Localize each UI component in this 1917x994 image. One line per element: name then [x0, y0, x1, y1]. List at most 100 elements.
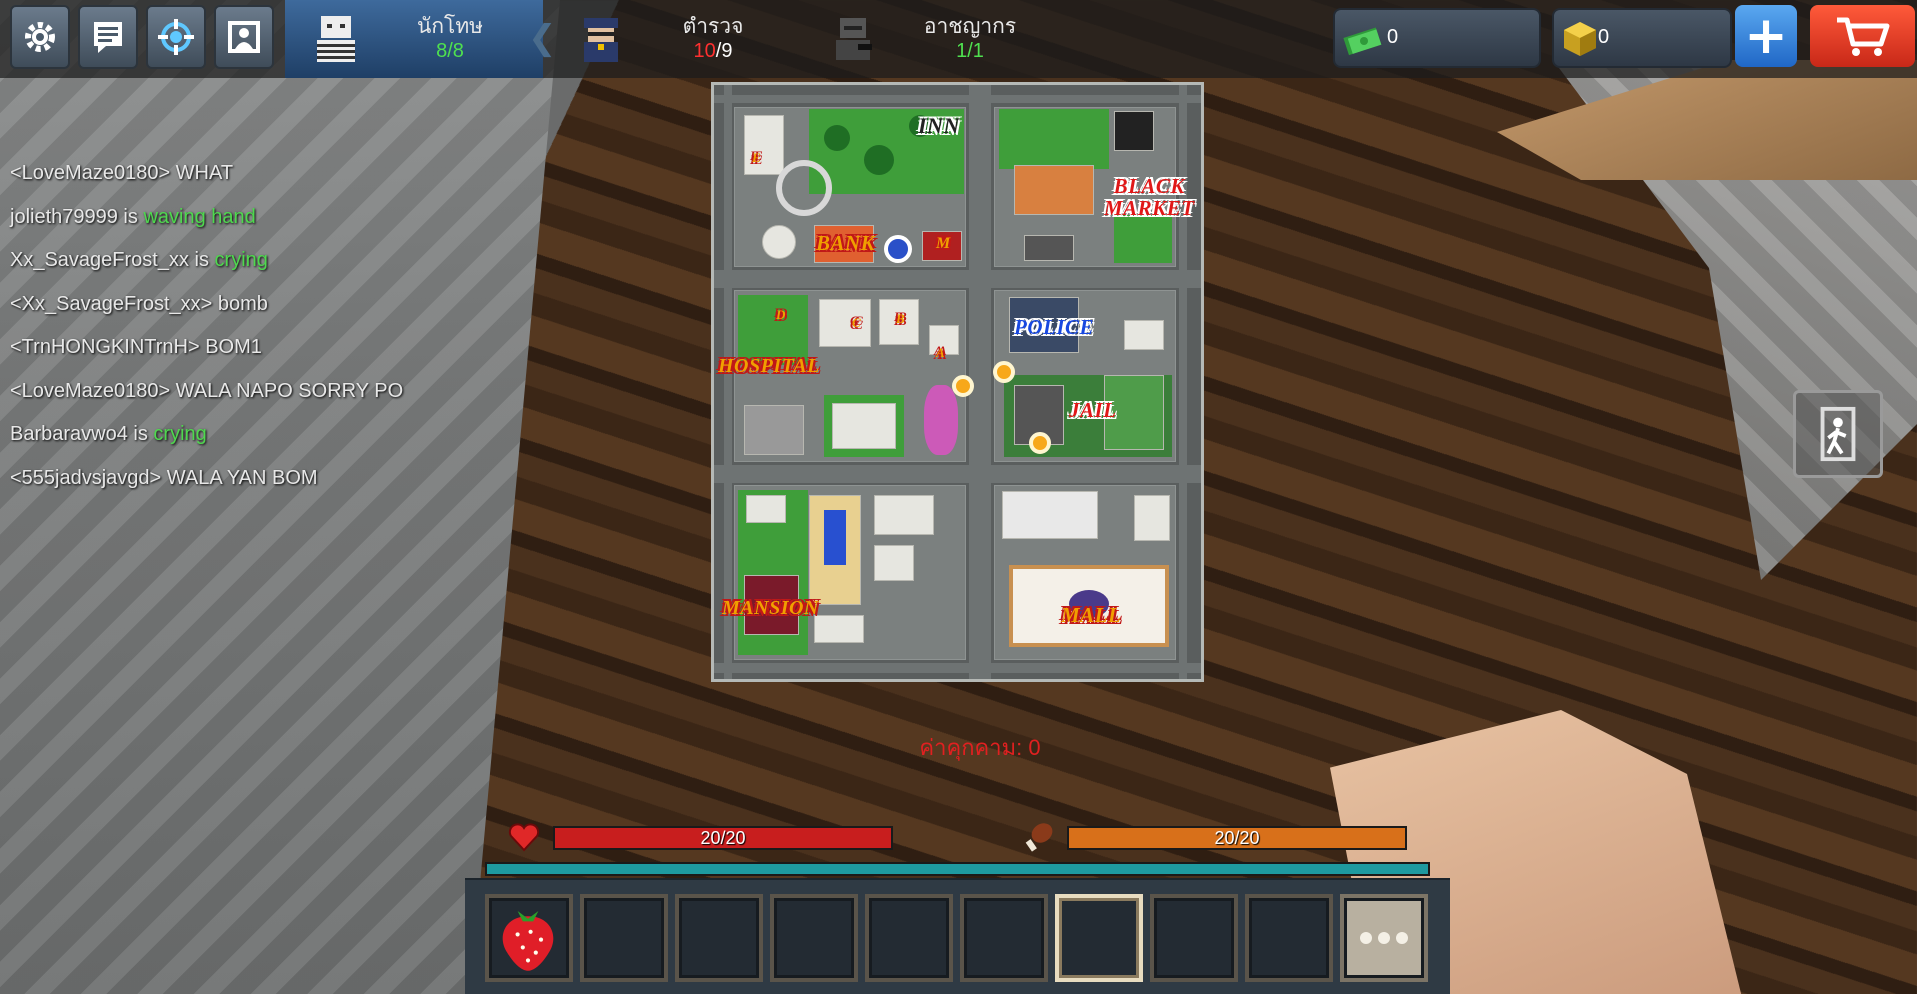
fountain: [884, 235, 912, 263]
exit-door-icon: [1820, 406, 1856, 462]
pool: [824, 510, 846, 565]
police-icon: [584, 18, 618, 62]
chat-log: <LoveMaze0180> WHAT jolieth79999 is wavi…: [10, 152, 403, 500]
cart-icon: [1836, 17, 1889, 56]
team-prisoner[interactable]: นักโทษ 8/8: [285, 0, 543, 78]
hotbar-slot-6[interactable]: [960, 894, 1048, 982]
map-label-m: M: [936, 235, 951, 252]
gold-balance: 0: [1552, 8, 1732, 68]
building: [874, 495, 934, 535]
strawberry-icon: [502, 911, 554, 971]
map-label-black-market: BLACK MARKET: [1104, 174, 1195, 220]
map-label-hospital: HOSPITAL: [718, 355, 820, 377]
shop-button[interactable]: [1810, 5, 1915, 67]
team-criminal[interactable]: อาชญากร 1/1: [820, 0, 1060, 78]
gear-icon: [25, 22, 55, 52]
road: [714, 465, 1201, 483]
more-dots-icon: [1378, 932, 1390, 944]
chat-line: <TrnHONGKINTrnH> BOM1: [10, 336, 262, 358]
chat-line: <LoveMaze0180> WALA NAPO SORRY PO: [10, 379, 404, 402]
criminal-icon: [836, 18, 872, 60]
tree: [824, 125, 850, 151]
settings-button[interactable]: [10, 5, 70, 69]
hunger-bar: 20/20: [1067, 826, 1407, 850]
map-label-mall: MALL: [1061, 603, 1122, 627]
exit-button[interactable]: [1793, 390, 1883, 478]
chat-line: Barbaravwo4 is crying: [10, 423, 207, 445]
meat-icon: [1025, 823, 1053, 852]
chat-line: Xx_SavageFrost_xx is crying: [10, 249, 268, 271]
building: [744, 115, 784, 175]
map-label-c: C: [852, 315, 862, 330]
more-dots-icon: [1360, 932, 1372, 944]
blossom-trees: [924, 385, 958, 455]
roundabout: [776, 160, 832, 216]
inventory-more-button[interactable]: [1340, 894, 1428, 982]
chat-line: <LoveMaze0180> WHAT: [10, 162, 234, 184]
team-label: อาชญากร: [923, 15, 1017, 38]
hospital-building: [832, 403, 896, 449]
hotbar-slot-8[interactable]: [1150, 894, 1238, 982]
team-label: นักโทษ: [416, 15, 484, 38]
building: [1014, 165, 1094, 215]
hotbar-slot-5[interactable]: [865, 894, 953, 982]
cash-value: 0: [1387, 26, 1399, 48]
map-label-d: D: [776, 307, 786, 322]
chat-line: <555jadvsjavgd> WALA YAN BOM: [10, 466, 318, 489]
map-label-bank: BANK: [816, 231, 876, 255]
team-police[interactable]: ตำรวจ 10/9: [560, 0, 810, 78]
location-pin-icon[interactable]: [1029, 432, 1051, 454]
road: [714, 663, 1201, 673]
heart-icon: [508, 823, 540, 852]
building: [814, 615, 864, 643]
road: [714, 95, 1201, 103]
map-label-a: A: [936, 345, 946, 360]
park: [1114, 215, 1172, 263]
hotbar-slot-2[interactable]: [580, 894, 668, 982]
target-button[interactable]: [146, 5, 206, 69]
building: [874, 545, 914, 581]
chat-line: <Xx_SavageFrost_xx> bomb: [10, 292, 268, 315]
add-currency-button[interactable]: +: [1735, 5, 1797, 67]
hotbar-slot-1[interactable]: [485, 894, 573, 982]
wood-beam: [1497, 60, 1917, 180]
hotbar-slot-3[interactable]: [675, 894, 763, 982]
building: [819, 299, 871, 347]
location-pin-icon[interactable]: [952, 375, 974, 397]
team-count: 1/1: [956, 40, 984, 62]
map-label-b: B: [896, 311, 906, 326]
gold-value: 0: [1598, 26, 1610, 48]
chat-icon: [94, 22, 122, 53]
building: [1002, 491, 1098, 539]
map-label-inn: INN: [918, 113, 960, 138]
cash-icon: [1343, 27, 1382, 56]
building: [1134, 495, 1170, 541]
location-pin-icon[interactable]: [993, 361, 1015, 383]
chevron-left-icon: ❮: [528, 18, 557, 58]
profile-button[interactable]: [214, 5, 274, 69]
chat-button[interactable]: [78, 5, 138, 69]
city-map[interactable]: INN BANK M E BLACK MARKET HOSPITAL D C B …: [711, 82, 1204, 682]
building: [1024, 235, 1074, 261]
health-bar: 20/20: [553, 826, 893, 850]
top-bar: ❯ นักโทษ 8/8 ❮ ตำรวจ 10/9 อาชญากร 1/1 0 …: [0, 0, 1917, 78]
tree: [864, 145, 894, 175]
map-label-e: E: [752, 150, 762, 165]
map-label-jail: JAIL: [1069, 398, 1117, 422]
building: [1114, 111, 1154, 151]
building: [746, 495, 786, 523]
parking: [744, 405, 804, 455]
threat-level: ค่าคุกคาม: 0: [919, 735, 1041, 760]
plus-icon: +: [1744, 6, 1788, 66]
hotbar-slot-9[interactable]: [1245, 894, 1333, 982]
hotbar-slot-4[interactable]: [770, 894, 858, 982]
map-label-mansion: MANSION: [722, 597, 819, 619]
cash-balance: 0: [1333, 8, 1541, 68]
target-icon: [158, 19, 194, 55]
road: [714, 270, 1201, 288]
hotbar-slot-7-selected[interactable]: [1055, 894, 1143, 982]
team-label: ตำรวจ: [682, 15, 744, 38]
experience-bar: [485, 862, 1430, 876]
more-dots-icon: [1396, 932, 1408, 944]
team-count: 10/9: [693, 40, 733, 62]
